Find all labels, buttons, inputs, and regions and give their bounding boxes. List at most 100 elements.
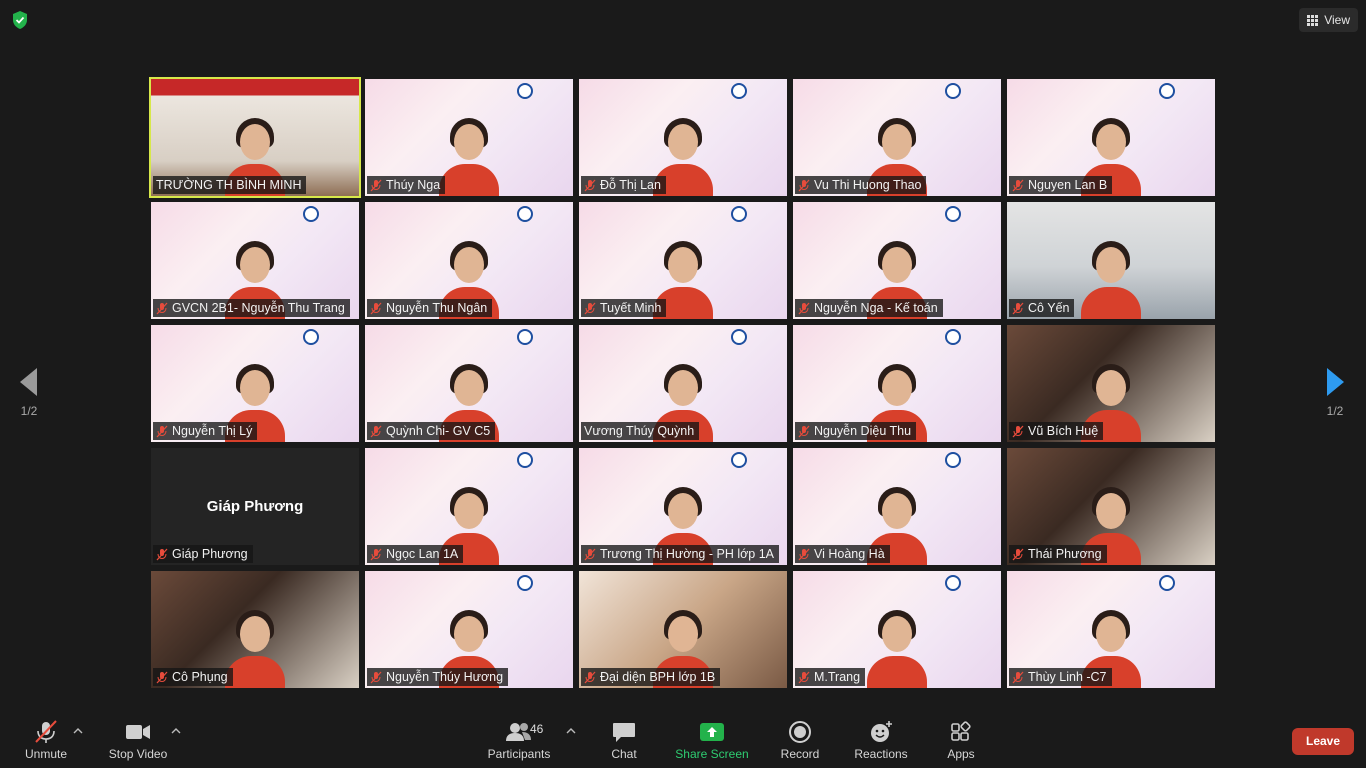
participant-tile[interactable]: Vi Hoàng Hà bbox=[793, 448, 1001, 565]
participant-name-bar: Thúy Nga bbox=[367, 176, 446, 194]
share-screen-label: Share Screen bbox=[675, 747, 749, 761]
meeting-toolbar: Unmute Stop Video 46 Participants Chat S bbox=[0, 700, 1366, 768]
school-logo-icon bbox=[517, 83, 533, 99]
video-camera-icon bbox=[126, 725, 150, 739]
participant-name: Thái Phương bbox=[1028, 547, 1102, 561]
participant-figure bbox=[439, 118, 499, 196]
participant-tile[interactable]: Nguyen Lan B bbox=[1007, 79, 1215, 196]
reactions-button[interactable]: Reactions bbox=[852, 720, 910, 764]
participants-count: 46 bbox=[530, 722, 544, 736]
participant-name: M.Trang bbox=[814, 670, 861, 684]
participant-tile[interactable]: Nguyễn Thu Ngân bbox=[365, 202, 573, 319]
chat-label: Chat bbox=[611, 747, 637, 761]
participant-tile[interactable]: Thúy Nga bbox=[365, 79, 573, 196]
audio-options-caret-icon[interactable] bbox=[73, 728, 83, 734]
participant-name: Đại diện BPH lớp 1B bbox=[600, 670, 716, 684]
participants-options-caret-icon[interactable] bbox=[566, 728, 576, 734]
share-screen-icon bbox=[700, 723, 724, 741]
participant-tile[interactable]: Cô Yến bbox=[1007, 202, 1215, 319]
participant-tile[interactable]: Quỳnh Chi- GV C5 bbox=[365, 325, 573, 442]
microphone-muted-icon bbox=[370, 425, 382, 437]
microphone-muted-icon bbox=[1012, 548, 1024, 560]
school-logo-icon bbox=[945, 206, 961, 222]
school-logo-icon bbox=[1159, 83, 1175, 99]
leave-meeting-button[interactable]: Leave bbox=[1292, 728, 1354, 755]
microphone-muted-icon bbox=[370, 302, 382, 314]
school-logo-icon bbox=[731, 329, 747, 345]
participant-name-bar: M.Trang bbox=[795, 668, 866, 686]
participants-button[interactable]: 46 Participants bbox=[484, 720, 554, 764]
school-logo-icon bbox=[945, 83, 961, 99]
microphone-muted-icon bbox=[156, 302, 168, 314]
participant-name: Nguyễn Diệu Thu bbox=[814, 424, 912, 438]
participant-name-bar: Cô Phụng bbox=[153, 668, 233, 686]
school-logo-icon bbox=[731, 452, 747, 468]
school-logo-icon bbox=[731, 83, 747, 99]
microphone-muted-icon bbox=[156, 425, 168, 437]
microphone-muted-icon bbox=[798, 302, 810, 314]
participant-name-bar: Vương Thúy Quỳnh bbox=[581, 422, 700, 440]
participant-name: Đỗ Thị Lan bbox=[600, 178, 661, 192]
participant-tile[interactable]: Ngọc Lan 1A bbox=[365, 448, 573, 565]
participant-tile[interactable]: Đại diện BPH lớp 1B bbox=[579, 571, 787, 688]
participant-tile[interactable]: Vũ Bích Huệ bbox=[1007, 325, 1215, 442]
participant-tile[interactable]: Nguyễn Thị Lý bbox=[151, 325, 359, 442]
participant-tile[interactable]: Cô Phụng bbox=[151, 571, 359, 688]
participant-tile[interactable]: Nguyễn Diệu Thu bbox=[793, 325, 1001, 442]
participant-tile[interactable]: Thùy Linh -C7 bbox=[1007, 571, 1215, 688]
school-logo-icon bbox=[731, 206, 747, 222]
participant-tile[interactable]: Thái Phương bbox=[1007, 448, 1215, 565]
record-icon bbox=[789, 721, 811, 743]
participant-tile[interactable]: TRƯỜNG TH BÌNH MINH bbox=[149, 77, 361, 198]
participant-name: Nguyễn Nga - Kế toán bbox=[814, 301, 938, 315]
participant-name-bar: Nguyễn Nga - Kế toán bbox=[795, 299, 943, 317]
stop-video-button[interactable]: Stop Video bbox=[106, 720, 170, 764]
participant-tile[interactable]: Giáp Phương Giáp Phương bbox=[151, 448, 359, 565]
microphone-muted-icon bbox=[156, 548, 168, 560]
school-logo-icon bbox=[945, 452, 961, 468]
participant-name: Quỳnh Chi- GV C5 bbox=[386, 424, 491, 438]
microphone-muted-icon bbox=[584, 671, 596, 683]
microphone-muted-icon bbox=[584, 179, 596, 191]
participant-tile[interactable]: M.Trang bbox=[793, 571, 1001, 688]
participant-tile[interactable]: Trương Thị Hường - PH lớp 1A bbox=[579, 448, 787, 565]
chat-button[interactable]: Chat bbox=[604, 720, 644, 764]
microphone-muted-icon bbox=[798, 179, 810, 191]
participant-name: Vũ Bích Huệ bbox=[1028, 424, 1099, 438]
participant-tile[interactable]: Đỗ Thị Lan bbox=[579, 79, 787, 196]
participant-name: Nguyễn Thúy Hương bbox=[386, 670, 504, 684]
participant-name-bar: TRƯỜNG TH BÌNH MINH bbox=[153, 176, 307, 194]
share-screen-button[interactable]: Share Screen bbox=[674, 720, 750, 764]
participant-name-bar: Nguyễn Thị Lý bbox=[153, 422, 258, 440]
school-logo-icon bbox=[517, 452, 533, 468]
participant-tile[interactable]: GVCN 2B1- Nguyễn Thu Trang bbox=[151, 202, 359, 319]
participant-name: Vương Thúy Quỳnh bbox=[584, 424, 695, 438]
participant-name-bar: Nguyen Lan B bbox=[1009, 176, 1113, 194]
participant-tile[interactable]: Nguyễn Nga - Kế toán bbox=[793, 202, 1001, 319]
record-button[interactable]: Record bbox=[778, 720, 822, 764]
microphone-muted-icon bbox=[798, 425, 810, 437]
apps-label: Apps bbox=[947, 747, 975, 761]
participant-name-bar: Ngọc Lan 1A bbox=[367, 545, 464, 563]
participant-name: Thùy Linh -C7 bbox=[1028, 670, 1107, 684]
participant-name-bar: Nguyễn Thu Ngân bbox=[367, 299, 493, 317]
microphone-muted-icon bbox=[798, 671, 810, 683]
participant-figure bbox=[225, 610, 285, 688]
school-logo-icon bbox=[303, 206, 319, 222]
participant-tile[interactable]: Vu Thi Huong Thao bbox=[793, 79, 1001, 196]
apps-button[interactable]: Apps bbox=[942, 720, 980, 764]
unmute-button[interactable]: Unmute bbox=[20, 720, 72, 764]
school-logo-icon bbox=[303, 329, 319, 345]
participant-name: Nguyễn Thị Lý bbox=[172, 424, 253, 438]
school-logo-icon bbox=[517, 329, 533, 345]
school-logo-icon bbox=[945, 329, 961, 345]
participant-name: Vi Hoàng Hà bbox=[814, 547, 885, 561]
participant-name-bar: Quỳnh Chi- GV C5 bbox=[367, 422, 496, 440]
participant-tile[interactable]: Vương Thúy Quỳnh bbox=[579, 325, 787, 442]
school-logo-icon bbox=[945, 575, 961, 591]
microphone-muted-icon bbox=[370, 671, 382, 683]
participant-tile[interactable]: Tuyết Minh bbox=[579, 202, 787, 319]
participant-tile[interactable]: Nguyễn Thúy Hương bbox=[365, 571, 573, 688]
participant-figure bbox=[1081, 241, 1141, 319]
video-options-caret-icon[interactable] bbox=[171, 728, 181, 734]
